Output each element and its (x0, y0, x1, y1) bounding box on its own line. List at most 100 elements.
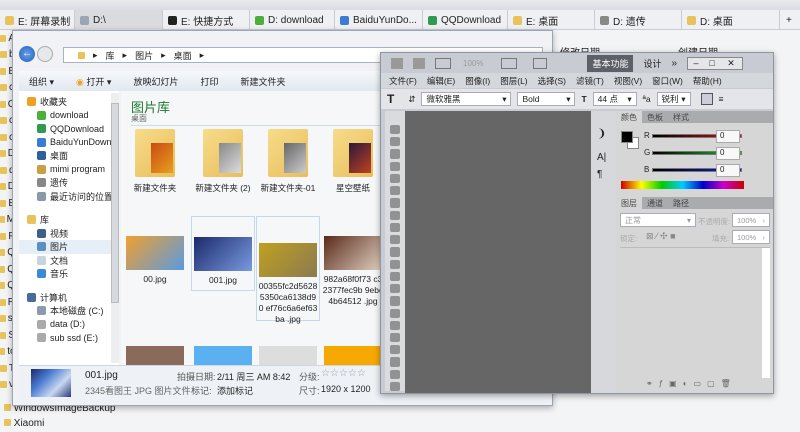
font-family-select[interactable]: 微软雅黑 ▾ (421, 92, 512, 106)
font-style-select[interactable]: Bold ▾ (517, 92, 576, 106)
folder-item[interactable]: 新建文件夹 (2) (191, 129, 255, 194)
nav-item[interactable]: sub ssd (E:) (19, 331, 119, 345)
paragraph-icon[interactable]: ¶ (597, 169, 616, 180)
nav-item[interactable]: 计算机 (19, 291, 119, 305)
tool-icon[interactable] (390, 259, 400, 269)
tool-icon[interactable] (390, 235, 400, 245)
minibridge-icon[interactable] (413, 57, 425, 69)
blend-mode-select[interactable]: 正常 ▾ (620, 213, 696, 227)
view-extras-icon[interactable] (435, 57, 451, 69)
fill-field[interactable]: 100% › (732, 230, 770, 244)
tool-icon[interactable] (390, 222, 400, 233)
tool-icon[interactable] (390, 247, 400, 257)
antialias-select[interactable]: 锐利 ▾ (656, 92, 691, 106)
screen-mode-icon[interactable] (533, 57, 548, 69)
nav-item[interactable]: BaiduYunDownl (19, 136, 119, 150)
maximize-button[interactable]: □ (704, 58, 720, 69)
image-thumbnail[interactable] (324, 346, 381, 365)
nav-item[interactable]: QQDownload (19, 122, 119, 136)
nav-item[interactable]: 视频 (19, 227, 119, 241)
tool-icon[interactable] (390, 161, 400, 171)
folder-item[interactable]: 新建文件夹-01 (256, 129, 320, 194)
menu-item[interactable]: 图层(L) (500, 75, 527, 87)
history-icon[interactable]: ❩ (597, 127, 616, 140)
tool-icon[interactable] (390, 345, 400, 355)
new-tab-button[interactable]: + (780, 10, 792, 30)
tool-icon[interactable] (390, 357, 400, 367)
align-left-icon[interactable] (700, 93, 713, 105)
tab-layers[interactable]: 图层 (616, 197, 642, 209)
slideshow-button[interactable]: 放映幻灯片 (133, 75, 178, 88)
folder-item[interactable]: 星空壁纸 (321, 129, 381, 194)
image-thumbnail[interactable] (126, 346, 184, 365)
breadcrumb-item[interactable]: 图片 (135, 49, 153, 62)
folder-item[interactable]: 新建文件夹 (123, 129, 187, 194)
ps-canvas-area[interactable] (405, 111, 591, 393)
breadcrumb-item[interactable]: 桌面 (174, 49, 192, 62)
font-size-select[interactable]: 44 点 ▾ (592, 92, 637, 106)
image-item[interactable]: 001.jpg (191, 216, 255, 291)
channel-value-field[interactable]: 0 (716, 164, 740, 177)
tool-icon[interactable] (390, 198, 400, 208)
tool-icon[interactable] (390, 308, 400, 318)
opacity-field[interactable]: 100% › (732, 213, 770, 227)
nav-item[interactable]: 遗传 (19, 176, 119, 190)
channel-value-field[interactable]: 0 (716, 130, 740, 143)
tool-icon[interactable] (390, 296, 400, 306)
align-center-icon[interactable]: ≡ (719, 94, 724, 104)
tool-icon[interactable] (390, 173, 400, 184)
channel-value-field[interactable]: 0 (716, 147, 740, 160)
back-button[interactable]: ← (19, 46, 35, 62)
image-thumbnail[interactable] (194, 346, 252, 365)
forward-button[interactable] (37, 46, 53, 62)
menu-item[interactable]: 编辑(E) (427, 75, 455, 87)
layers-list[interactable] (620, 247, 770, 378)
tool-icon[interactable] (390, 381, 400, 392)
tool-icon[interactable] (390, 210, 400, 220)
foreground-color-swatch[interactable] (621, 131, 633, 143)
open-button[interactable]: ◉ 打开 ▾ (76, 75, 111, 88)
nav-scrollbar[interactable] (111, 93, 119, 363)
nav-item[interactable]: data (D:) (19, 318, 119, 332)
tab[interactable]: D: 遗传 (595, 10, 682, 30)
lock-icons[interactable]: ⊠ ∕ ✣ ■ (646, 231, 676, 242)
tool-icon[interactable] (390, 332, 400, 343)
tab[interactable]: QQDownload (423, 10, 508, 30)
nav-item[interactable]: 图片 (19, 240, 119, 254)
nav-item[interactable]: 文档 (19, 254, 119, 268)
tool-icon[interactable] (390, 149, 400, 159)
rating-stars[interactable]: ☆☆☆☆☆ (321, 368, 366, 379)
workspace-design-button[interactable]: 设计 (643, 57, 661, 70)
tab-paths[interactable]: 路径 (668, 197, 694, 209)
nav-item[interactable]: 桌面 (19, 149, 119, 163)
menu-item[interactable]: 窗口(W) (652, 75, 683, 87)
nav-item[interactable]: 本地磁盘 (C:) (19, 304, 119, 318)
tab[interactable]: D:\ (75, 10, 163, 30)
tab-color[interactable]: 颜色 (616, 111, 642, 123)
tab[interactable]: D: download (250, 10, 335, 30)
breadcrumb-item[interactable]: 库 (106, 49, 115, 62)
character-icon[interactable]: A| (597, 152, 616, 163)
menu-item[interactable]: 选择(S) (538, 75, 566, 87)
image-item[interactable]: 982a68f0f73 c32377fec9b 9ebc4b64512 .jpg (321, 236, 381, 307)
tool-icon[interactable] (390, 137, 400, 147)
image-item[interactable]: 00.jpg (123, 236, 187, 285)
organize-button[interactable]: 组织 ▾ (29, 75, 54, 88)
more-workspaces-button[interactable]: » (672, 58, 678, 69)
nav-item[interactable]: 库 (19, 213, 119, 227)
tab-channels[interactable]: 通道 (642, 197, 668, 209)
bridge-icon[interactable] (391, 57, 403, 69)
color-ramp[interactable] (621, 181, 744, 189)
type-tool-icon[interactable]: T (387, 92, 394, 106)
tab[interactable]: E: 快捷方式 (163, 10, 250, 30)
layers-footer-icons[interactable]: ⚭ƒ▣◐▭▢🗑 (646, 379, 737, 388)
menu-item[interactable]: 文件(F) (389, 75, 417, 87)
nav-item[interactable]: 音乐 (19, 267, 119, 281)
image-thumbnail[interactable] (259, 346, 317, 365)
tab[interactable]: E: 屏幕录制 (0, 10, 75, 30)
tags-value[interactable]: 添加标记 (217, 384, 253, 397)
layers-scrollbar[interactable] (762, 248, 770, 378)
menu-item[interactable]: 帮助(H) (693, 75, 722, 87)
arrange-docs-icon[interactable] (501, 57, 518, 69)
tool-icon[interactable] (390, 271, 400, 282)
